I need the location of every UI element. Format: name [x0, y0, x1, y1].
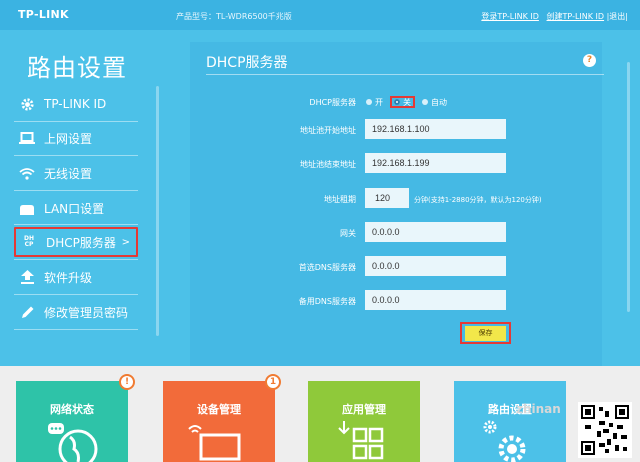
sidebar-item-internet[interactable]: 上网设置: [14, 123, 138, 153]
divider: [14, 155, 138, 156]
logout-link[interactable]: |退出|: [607, 12, 628, 21]
primary-dns-input[interactable]: [365, 256, 506, 276]
tile-app-management[interactable]: 应用管理: [308, 381, 420, 462]
start-address-input[interactable]: [365, 119, 506, 139]
dhcp-icon: DH CP: [23, 235, 34, 248]
login-tplink-id-link[interactable]: 登录TP-LINK ID: [481, 12, 539, 21]
count-badge: 1: [265, 374, 281, 390]
create-tplink-id-link[interactable]: 创建TP-LINK ID: [547, 12, 605, 21]
tile-router-settings[interactable]: 路由设置: [454, 381, 566, 462]
gears-icon: [483, 420, 526, 462]
divider: [14, 121, 138, 122]
radio-off[interactable]: 关: [390, 96, 415, 108]
globe-icon: [48, 423, 98, 462]
sidebar-scrollbar[interactable]: [156, 86, 159, 336]
divider: [14, 224, 138, 225]
secondary-dns-input[interactable]: [365, 290, 506, 310]
help-icon[interactable]: ?: [583, 54, 596, 67]
save-button-highlight: 保存: [460, 322, 511, 344]
page-title: DHCP服务器: [206, 55, 288, 71]
sidebar-item-wireless[interactable]: 无线设置: [14, 158, 138, 188]
tile-device-management[interactable]: 设备管理: [163, 381, 275, 462]
laptop-icon: [188, 425, 241, 461]
radio-circle: [422, 99, 428, 105]
radio-circle-selected: [394, 99, 400, 105]
tile-label: 应用管理: [342, 403, 386, 416]
sidebar-item-label: 上网设置: [44, 131, 93, 146]
divider: [14, 294, 138, 295]
wifi-icon: [18, 165, 36, 181]
qr-code: [578, 402, 632, 458]
top-bar: TP-LINK 产品型号：TL-WDR6500千兆版 登录TP-LINK ID …: [0, 0, 640, 30]
laptop-icon: [18, 130, 36, 146]
account-links: 登录TP-LINK ID 创建TP-LINK ID |退出|: [481, 11, 628, 22]
radio-on[interactable]: 开: [366, 97, 383, 108]
radio-label: 自动: [431, 97, 447, 107]
radio-auto[interactable]: 自动: [422, 97, 447, 108]
dhcp-toggle-group: 开 关 自动: [366, 96, 454, 108]
end-address-label: 地址池结束地址: [300, 160, 356, 169]
sidebar-title: 路由设置: [27, 54, 127, 82]
sidebar-item-label: DHCP服务器: [46, 235, 116, 250]
gear-icon: [18, 96, 36, 112]
gateway-input[interactable]: [365, 222, 506, 242]
sidebar-item-label: 修改管理员密码: [44, 305, 129, 320]
divider: [14, 259, 138, 260]
sidebar-item-lan[interactable]: LAN口设置: [14, 193, 138, 223]
dhcp-server-label: DHCP服务器: [309, 98, 356, 107]
secondary-dns-label: 备用DNS服务器: [298, 297, 356, 306]
tile-label: 网络状态: [50, 403, 94, 416]
end-address-input[interactable]: [365, 153, 506, 173]
divider: [14, 329, 138, 330]
start-address-label: 地址池开始地址: [300, 126, 356, 135]
radio-circle: [366, 99, 372, 105]
tp-link-logo: TP-LINK: [18, 8, 69, 21]
sidebar-item-label: 无线设置: [44, 166, 93, 181]
divider: [14, 190, 138, 191]
watermark: zhinan: [516, 402, 561, 416]
apps-grid-icon: [338, 421, 384, 460]
lease-hint: 分钟(支持1-2880分钟，默认为120分钟): [414, 196, 542, 204]
tile-network-status[interactable]: 网络状态: [16, 381, 128, 462]
sidebar-item-tplink-id[interactable]: TP-LINK ID: [14, 89, 138, 119]
sidebar-item-label: TP-LINK ID: [44, 97, 107, 111]
radio-label: 开: [375, 97, 383, 107]
sidebar-item-label: LAN口设置: [44, 201, 105, 216]
upload-icon: [18, 269, 36, 285]
sidebar-item-label: 软件升级: [44, 270, 93, 285]
pencil-icon: [18, 304, 36, 320]
lease-time-input[interactable]: [365, 188, 409, 208]
product-model: 产品型号：TL-WDR6500千兆版: [176, 12, 292, 21]
divider: [206, 74, 604, 75]
sidebar-item-dhcp[interactable]: DH CP DHCP服务器 >: [14, 227, 138, 257]
page-scrollbar[interactable]: [627, 62, 630, 312]
chevron-right-icon: >: [121, 237, 130, 248]
lease-time-label: 地址租期: [324, 195, 356, 204]
qr-code-icon: [581, 405, 629, 455]
sidebar-item-password[interactable]: 修改管理员密码: [14, 297, 138, 327]
router-icon: [18, 200, 36, 216]
sidebar-item-upgrade[interactable]: 软件升级: [14, 262, 138, 292]
gateway-label: 网关: [340, 229, 356, 238]
tile-label: 设备管理: [197, 403, 241, 416]
radio-label: 关: [403, 97, 411, 107]
primary-dns-label: 首选DNS服务器: [298, 263, 356, 272]
alert-badge: !: [119, 374, 135, 390]
save-button[interactable]: 保存: [465, 325, 506, 341]
